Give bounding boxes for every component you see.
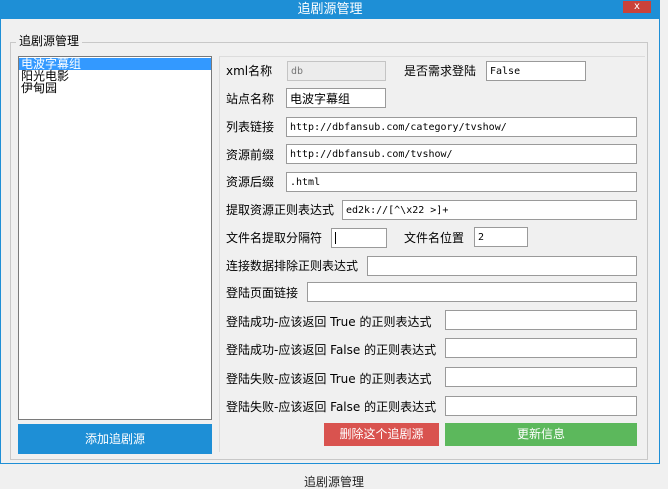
detail-panel [219, 56, 645, 452]
site-name-field[interactable] [286, 88, 386, 108]
filename-separator-field[interactable] [331, 228, 387, 248]
add-source-button[interactable]: 添加追剧源 [18, 424, 212, 454]
login-fail-true-field[interactable] [445, 367, 637, 387]
filename-position-label: 文件名位置 [404, 231, 465, 245]
login-fail-false-label: 登陆失败-应该返回 False 的正则表达式 [226, 400, 437, 414]
login-success-false-field[interactable] [445, 338, 637, 358]
login-success-false-label: 登陆成功-应该返回 False 的正则表达式 [226, 343, 437, 357]
text-caret [335, 232, 336, 244]
delete-source-button[interactable]: 删除这个追剧源 [324, 423, 439, 446]
source-list-item[interactable]: 伊甸园 [19, 82, 211, 94]
login-success-true-label: 登陆成功-应该返回 True 的正则表达式 [226, 315, 432, 329]
filename-separator-label: 文件名提取分隔符 [226, 231, 323, 245]
window-title: 追剧源管理 [1, 1, 659, 19]
login-fail-false-field[interactable] [445, 396, 637, 416]
resource-prefix-label: 资源前缀 [226, 148, 275, 162]
resource-prefix-field[interactable] [286, 144, 637, 164]
taskbar-label: 追剧源管理 [303, 475, 364, 489]
login-fail-true-label: 登陆失败-应该返回 True 的正则表达式 [226, 372, 432, 386]
resource-suffix-label: 资源后缀 [226, 175, 275, 189]
exclude-regex-label: 连接数据排除正则表达式 [226, 259, 359, 273]
site-name-label: 站点名称 [226, 92, 275, 106]
login-page-label: 登陆页面链接 [226, 286, 299, 300]
extract-regex-label: 提取资源正则表达式 [226, 203, 335, 217]
exclude-regex-field[interactable] [367, 256, 637, 276]
need-login-label: 是否需求登陆 [404, 64, 477, 78]
xml-name-field[interactable] [287, 61, 386, 81]
resource-suffix-field[interactable] [286, 172, 637, 192]
login-page-field[interactable] [307, 282, 637, 302]
source-list[interactable]: 电波字幕组 阳光电影 伊甸园 [18, 56, 212, 420]
close-button[interactable]: x [623, 1, 651, 13]
login-success-true-field[interactable] [445, 310, 637, 330]
xml-name-label: xml名称 [226, 64, 273, 78]
update-info-button[interactable]: 更新信息 [445, 423, 637, 446]
groupbox-title: 追剧源管理 [16, 34, 83, 48]
need-login-field[interactable] [486, 61, 586, 81]
list-link-label: 列表链接 [226, 120, 275, 134]
filename-position-field[interactable] [474, 227, 528, 247]
extract-regex-field[interactable] [342, 200, 637, 220]
list-link-field[interactable] [286, 117, 637, 137]
filename-separator-wrapper [331, 228, 387, 248]
